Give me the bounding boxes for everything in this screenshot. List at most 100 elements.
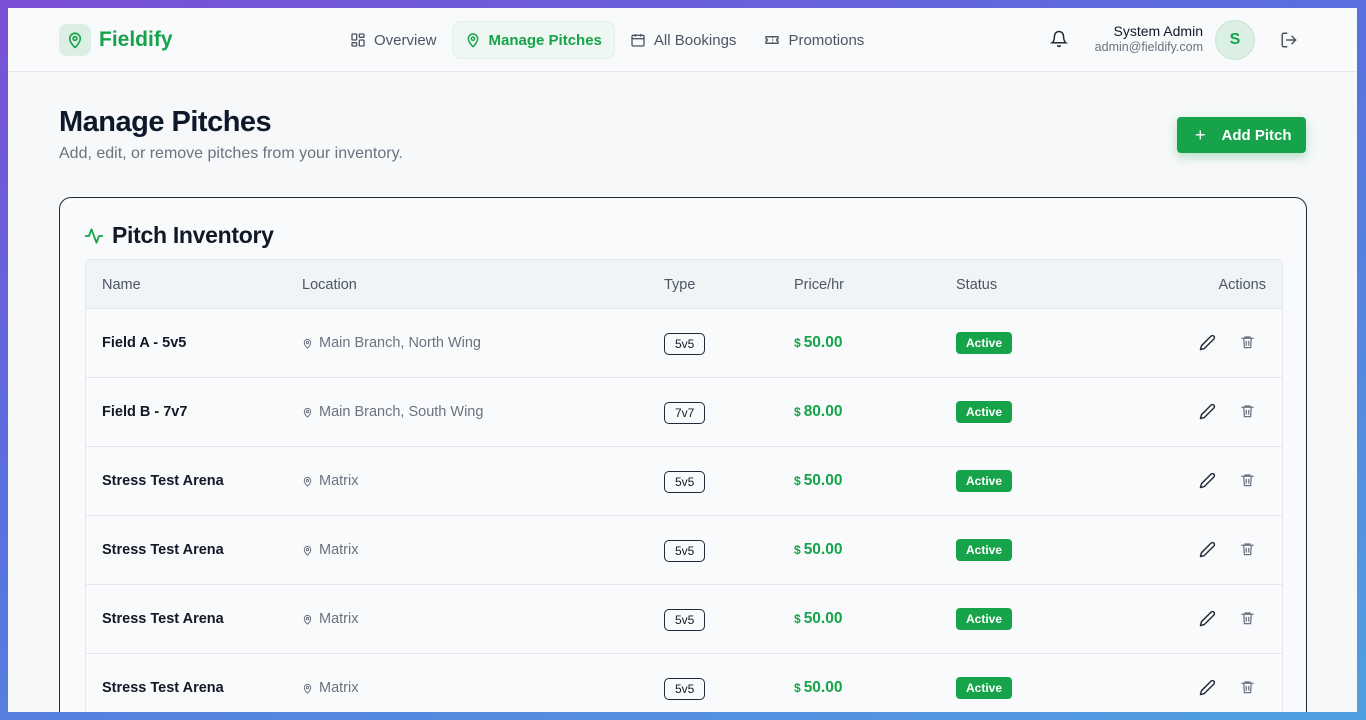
- edit-icon[interactable]: [1199, 334, 1216, 355]
- currency-symbol: $: [794, 474, 801, 488]
- currency-symbol: $: [794, 681, 801, 695]
- table-row: Stress Test Arena Matrix 5v5 $ 50.00 Act…: [86, 516, 1282, 585]
- table-row: Stress Test Arena Matrix 5v5 $ 50.00 Act…: [86, 654, 1282, 712]
- pitch-location: Main Branch, North Wing: [302, 335, 481, 351]
- nav-promotions[interactable]: Promotions: [752, 22, 876, 58]
- pitch-name: Stress Test Arena: [102, 473, 224, 489]
- col-type[interactable]: Type: [664, 277, 695, 293]
- user-name: System Admin: [1113, 23, 1203, 39]
- pitch-table: Name Location Type Price/hr Status Actio…: [85, 259, 1283, 712]
- pitch-price: $ 50.00: [794, 334, 842, 352]
- pitch-price: $ 50.00: [794, 679, 842, 697]
- trash-icon[interactable]: [1240, 334, 1255, 354]
- pitch-location: Matrix: [302, 611, 358, 627]
- edit-icon[interactable]: [1199, 679, 1216, 700]
- currency-symbol: $: [794, 405, 801, 419]
- nav-label: Manage Pitches: [488, 31, 602, 49]
- price-value: 50.00: [803, 334, 843, 351]
- page-subtitle: Add, edit, or remove pitches from your i…: [59, 145, 403, 162]
- logout-icon[interactable]: [1280, 31, 1298, 54]
- type-badge: 5v5: [664, 333, 706, 355]
- nav-all-bookings[interactable]: All Bookings: [618, 22, 749, 58]
- user-email: admin@fieldify.com: [1094, 40, 1203, 54]
- col-location[interactable]: Location: [302, 277, 357, 293]
- nav-overview[interactable]: Overview: [338, 22, 449, 58]
- nav-manage-pitches[interactable]: Manage Pitches: [452, 22, 614, 58]
- location-text: Main Branch, South Wing: [319, 404, 484, 420]
- col-price[interactable]: Price/hr: [794, 277, 844, 293]
- status-badge: Active: [956, 608, 1013, 630]
- status-badge: Active: [956, 470, 1013, 492]
- location-text: Matrix: [319, 680, 359, 696]
- trash-icon[interactable]: [1240, 610, 1255, 630]
- activity-icon: [84, 227, 104, 244]
- col-actions: Actions: [1218, 277, 1266, 293]
- price-value: 50.00: [803, 541, 843, 558]
- pitch-name: Field B - 7v7: [102, 404, 188, 420]
- app-window: Fieldify Overview Manage Pitches All Boo…: [8, 8, 1357, 712]
- table-header: Name Location Type Price/hr Status Actio…: [86, 260, 1282, 309]
- price-value: 50.00: [803, 679, 843, 696]
- currency-symbol: $: [794, 612, 801, 626]
- card-title: Pitch Inventory: [112, 222, 274, 248]
- status-badge: Active: [956, 401, 1013, 423]
- map-pin-icon: [303, 338, 312, 349]
- add-pitch-button[interactable]: + Add Pitch: [1177, 117, 1306, 153]
- pitch-price: $ 50.00: [794, 610, 842, 628]
- logo[interactable]: Fieldify: [59, 24, 173, 56]
- plus-icon: +: [1195, 124, 1206, 145]
- price-value: 80.00: [803, 403, 843, 420]
- price-value: 50.00: [803, 610, 843, 627]
- pitch-location: Matrix: [302, 542, 358, 558]
- type-badge: 5v5: [664, 471, 706, 493]
- edit-icon[interactable]: [1199, 403, 1216, 424]
- calendar-icon: [631, 34, 645, 47]
- avatar[interactable]: S: [1215, 20, 1255, 60]
- type-badge: 5v5: [664, 609, 706, 631]
- pitch-location: Matrix: [302, 473, 358, 489]
- bell-icon[interactable]: [1049, 30, 1069, 53]
- pitch-price: $ 80.00: [794, 403, 842, 421]
- trash-icon[interactable]: [1240, 472, 1255, 492]
- location-text: Matrix: [319, 473, 359, 489]
- add-pitch-label: Add Pitch: [1221, 126, 1292, 144]
- table-row: Stress Test Arena Matrix 5v5 $ 50.00 Act…: [86, 585, 1282, 654]
- pitch-inventory-card: Pitch Inventory Name Location Type Price…: [59, 197, 1307, 712]
- pitch-price: $ 50.00: [794, 472, 842, 490]
- type-badge: 7v7: [664, 402, 706, 424]
- map-pin-icon: [303, 407, 312, 418]
- card-header: Pitch Inventory: [84, 222, 274, 249]
- trash-icon[interactable]: [1240, 403, 1255, 423]
- price-value: 50.00: [803, 472, 843, 489]
- status-badge: Active: [956, 332, 1013, 354]
- top-navbar: Fieldify Overview Manage Pitches All Boo…: [8, 8, 1357, 72]
- edit-icon[interactable]: [1199, 472, 1216, 493]
- col-name[interactable]: Name: [102, 277, 141, 293]
- location-text: Matrix: [319, 611, 359, 627]
- pitch-name: Stress Test Arena: [102, 611, 224, 627]
- table-row: Stress Test Arena Matrix 5v5 $ 50.00 Act…: [86, 447, 1282, 516]
- map-pin-icon: [467, 33, 478, 48]
- location-text: Main Branch, North Wing: [319, 335, 481, 351]
- currency-symbol: $: [794, 336, 801, 350]
- map-pin-icon: [303, 545, 312, 556]
- ticket-icon: [765, 36, 780, 44]
- map-pin-icon: [303, 476, 312, 487]
- user-info: System Admin admin@fieldify.com: [1095, 23, 1203, 54]
- edit-icon[interactable]: [1199, 610, 1216, 631]
- pitch-name: Field A - 5v5: [102, 335, 187, 351]
- status-badge: Active: [956, 539, 1013, 561]
- map-pin-icon: [303, 614, 312, 625]
- trash-icon[interactable]: [1240, 541, 1255, 561]
- map-pin-icon: [59, 24, 91, 56]
- col-status[interactable]: Status: [956, 277, 997, 293]
- currency-symbol: $: [794, 543, 801, 557]
- nav-label: Promotions: [788, 31, 865, 49]
- app-name: Fieldify: [99, 28, 173, 51]
- pitch-location: Matrix: [302, 680, 358, 696]
- edit-icon[interactable]: [1199, 541, 1216, 562]
- page-title: Manage Pitches: [59, 106, 272, 138]
- trash-icon[interactable]: [1240, 679, 1255, 699]
- nav-label: All Bookings: [653, 31, 737, 49]
- pitch-name: Stress Test Arena: [102, 680, 224, 696]
